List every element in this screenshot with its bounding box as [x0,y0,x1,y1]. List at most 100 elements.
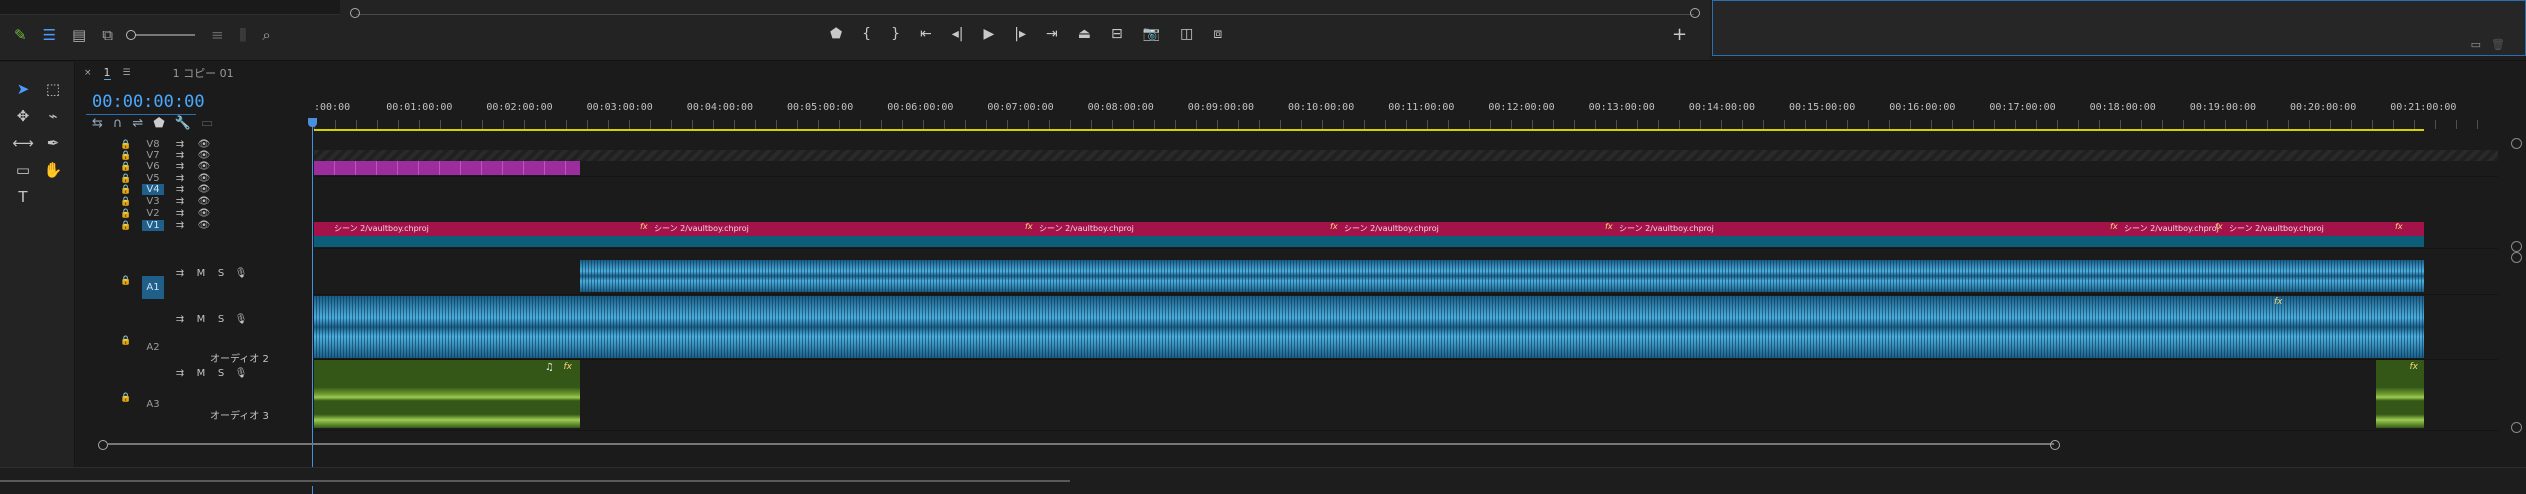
folder-icon[interactable]: ▭ [2471,38,2481,51]
vertical-zoom-knob-top[interactable] [2511,138,2522,149]
video-track-header[interactable]: 🔒 V4 ⇉ 👁 [120,184,390,195]
extract-icon[interactable]: ⊟ [1111,26,1123,42]
video-track-header[interactable]: 🔒 V7 ⇉ 👁 [120,150,390,161]
eye-icon[interactable]: 👁 [196,173,212,184]
linked-selection-icon[interactable]: ⇌ [132,116,143,131]
v2-clip-label[interactable]: シーン 2/vaultboy.chproj [2229,223,2324,234]
audio-track-header[interactable]: 🔒 A3 ⇉ M S 🎙 オーディオ 3 [120,362,390,432]
captions-icon[interactable]: ▭ [201,116,213,131]
type-tool-icon[interactable]: T [12,186,34,208]
track-label[interactable]: A1 [142,276,164,299]
sync-lock-icon[interactable]: ⇉ [172,196,188,207]
search-icon[interactable]: ⌕ [262,26,270,44]
scroll-right-knob[interactable] [2050,440,2060,450]
sync-lock-icon[interactable]: ⇉ [172,314,188,325]
track-label[interactable]: V6 [142,161,164,172]
v2-clip-label[interactable]: シーン 2/vaultboy.chproj [654,223,749,234]
playhead-handle[interactable] [308,118,317,127]
sync-lock-icon[interactable]: ⇉ [172,139,188,150]
track-label[interactable]: V2 [142,208,164,219]
track-label[interactable]: V1 [142,220,164,231]
video-track-header[interactable]: 🔒 V8 ⇉ 👁 [120,139,390,150]
eye-icon[interactable]: 👁 [196,208,212,219]
comparison-view-icon[interactable]: ◫ [1180,26,1193,42]
list-view-icon[interactable]: ☰ [43,26,56,44]
v2-clip-label[interactable]: シーン 2/vaultboy.chproj [1344,223,1439,234]
voice-over-mic-icon[interactable]: 🎙 [234,314,248,325]
zoom-slider[interactable] [125,30,195,40]
eye-icon[interactable]: 👁 [196,150,212,161]
go-to-out-icon[interactable]: ⇥ [1046,26,1058,42]
pen-tool-icon[interactable]: ✒ [42,132,64,154]
tab-menu-icon[interactable]: ☰ [123,68,131,78]
razor-tool-icon[interactable]: ⌁ [42,105,64,127]
solo-button[interactable]: S [214,368,228,379]
icon-view-icon[interactable]: ▤ [72,26,86,44]
audio-track-header[interactable]: 🔒 A1 ⇉ M S 🎙 [120,262,390,299]
sync-lock-icon[interactable]: ⇉ [172,161,188,172]
add-button-icon[interactable]: + [1672,24,1687,45]
video-track-header[interactable]: 🔒 V1 ⇉ 👁 [120,220,390,231]
v2-clip-label[interactable]: シーン 2/vaultboy.chproj [1619,223,1714,234]
v1-clip-strip[interactable] [314,236,2424,247]
automate-icon[interactable]: ⫼ [240,26,247,44]
step-forward-icon[interactable]: |▸ [1014,26,1026,42]
rectangle-tool-icon[interactable]: ▭ [12,159,34,181]
export-frame-icon[interactable]: 📷 [1143,26,1160,42]
lock-icon[interactable]: 🔒 [120,393,132,403]
step-back-icon[interactable]: ◂| [952,26,964,42]
video-track-header[interactable]: 🔒 V6 ⇉ 👁 [120,161,390,172]
timeline-horizontal-scrollbar[interactable] [88,440,2526,450]
sync-lock-icon[interactable]: ⇉ [172,184,188,195]
a3-clip-2[interactable]: fx [2376,360,2424,428]
playhead-timecode[interactable]: 00:00:00:00 [92,92,205,112]
eye-icon[interactable]: 👁 [196,184,212,195]
pencil-icon[interactable]: ✎ [14,26,27,44]
sync-lock-icon[interactable]: ⇉ [172,173,188,184]
a1-lane[interactable] [314,258,2498,295]
a1-clip[interactable] [580,260,2424,292]
video-track-header[interactable]: 🔒 V5 ⇉ 👁 [120,173,390,184]
solo-button[interactable]: S [214,268,228,279]
nest-icon[interactable]: ⇆ [92,116,103,131]
audio-scroll-knob-top[interactable] [2511,252,2522,263]
lock-icon[interactable]: 🔒 [120,276,132,286]
a2-lane[interactable]: fx [314,295,2498,360]
track-label[interactable]: V8 [142,139,164,150]
v1-lane[interactable] [314,236,2498,249]
go-to-in-icon[interactable]: ⇤ [920,26,932,42]
trim-icon[interactable]: ⧈ [1213,26,1222,42]
eye-icon[interactable]: 👁 [196,196,212,207]
track-name[interactable]: オーディオ 3 [210,407,269,422]
sync-lock-icon[interactable]: ⇉ [172,220,188,231]
a2-clip[interactable] [314,296,2424,358]
mute-button[interactable]: M [194,268,208,279]
lock-icon[interactable]: 🔒 [120,140,132,150]
v2-clip-strip[interactable]: シーン 2/vaultboy.chproj fx シーン 2/vaultboy.ch… [314,222,2424,236]
audio-scroll-knob-bottom[interactable] [2511,422,2522,433]
slip-tool-icon[interactable]: ⟷ [12,132,34,154]
hand-tool-icon[interactable]: ✋ [42,159,64,181]
track-label[interactable]: V3 [142,196,164,207]
add-marker-icon[interactable]: ⬟ [830,26,842,42]
lock-icon[interactable]: 🔒 [120,174,132,184]
lock-icon[interactable]: 🔒 [120,221,132,231]
lock-icon[interactable]: 🔒 [120,209,132,219]
project-panel-scrollbar[interactable] [0,0,340,15]
solo-button[interactable]: S [214,314,228,325]
sync-lock-icon[interactable]: ⇉ [172,150,188,161]
marker-icon[interactable]: ⬟ [153,116,164,131]
voice-over-mic-icon[interactable]: 🎙 [234,268,248,279]
v2-clip-label[interactable]: シーン 2/vaultboy.chproj [1039,223,1134,234]
tab-sequence-1[interactable]: 1 [103,66,111,80]
lock-icon[interactable]: 🔒 [120,162,132,172]
v6-lane[interactable] [314,161,2498,177]
a3-lane[interactable]: ♫ fx fx [314,360,2498,431]
sort-icon[interactable]: ≡ [211,26,224,44]
play-icon[interactable]: ▶ [984,26,995,42]
mute-button[interactable]: M [194,368,208,379]
lock-icon[interactable]: 🔒 [120,197,132,207]
track-label[interactable]: V7 [142,150,164,161]
eye-icon[interactable]: 👁 [196,220,212,231]
v2-clip-label[interactable]: シーン 2/vaultboy.chproj [2124,223,2219,234]
